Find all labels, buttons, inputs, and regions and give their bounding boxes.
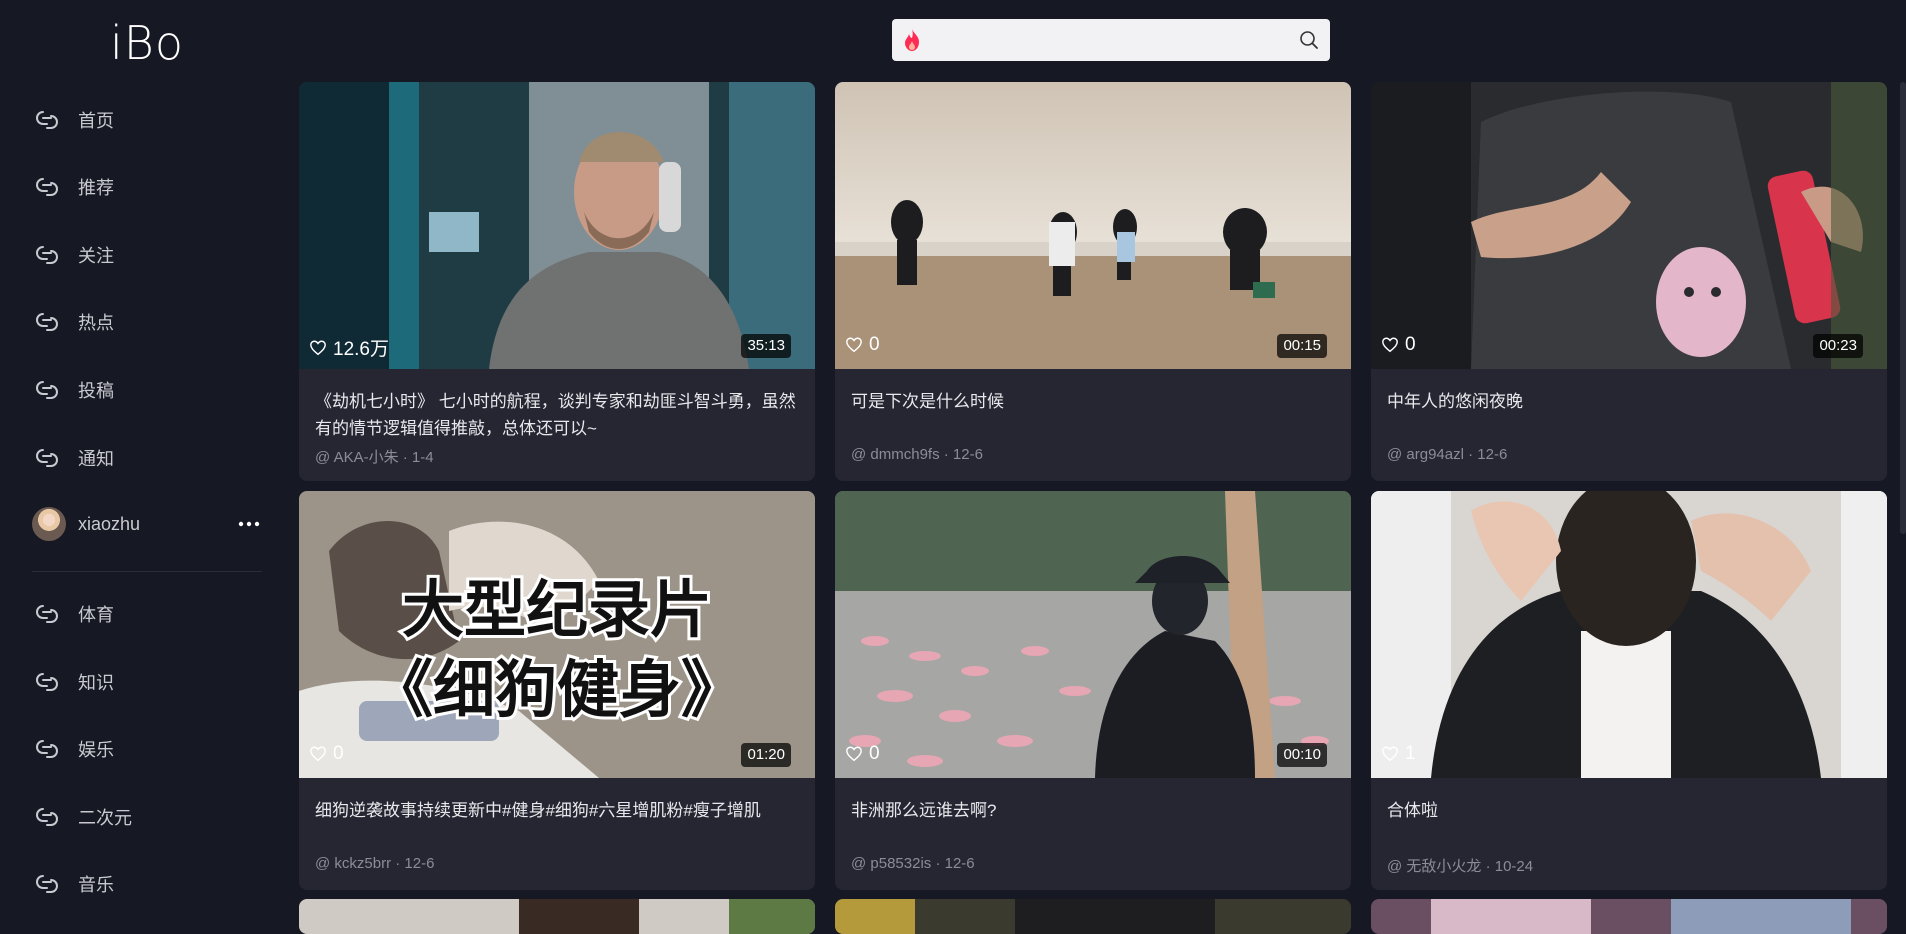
like-count-value: 12.6万 <box>333 339 389 360</box>
sidebar-item-upload[interactable]: 投稿 <box>32 370 262 410</box>
sidebar-item-recommend[interactable]: 推荐 <box>32 167 262 207</box>
video-title[interactable]: 中年人的悠闲夜晚 <box>1387 388 1875 415</box>
heart-icon[interactable] <box>1381 745 1399 763</box>
sidebar-item-follow[interactable]: 关注 <box>32 235 262 275</box>
sidebar-item-label: 知识 <box>78 673 114 693</box>
link-icon <box>36 740 58 758</box>
video-card[interactable]: 0 00:15 可是下次是什么时候 @ dmmch9fs · 12-6 <box>835 82 1351 481</box>
video-card-partial[interactable] <box>1371 899 1887 934</box>
link-icon <box>36 313 58 331</box>
video-author-date[interactable]: @ AKA-小朱 · 1-4 <box>315 446 434 467</box>
video-thumbnail[interactable]: 12.6万 35:13 <box>299 82 815 369</box>
like-count-value: 0 <box>1405 334 1416 355</box>
heart-icon[interactable] <box>845 336 863 354</box>
video-card[interactable]: 大型纪录片 《细狗健身》 0 01:20 细狗逆袭故事持续更新中#健身#细狗#六… <box>299 491 815 890</box>
video-card[interactable]: 0 00:23 中年人的悠闲夜晚 @ arg94azl · 12-6 <box>1371 82 1887 481</box>
sidebar-item-label: 推荐 <box>78 178 114 198</box>
like-count: 0 <box>309 743 344 765</box>
sidebar-item-anime[interactable]: 二次元 <box>32 797 262 837</box>
video-author-date[interactable]: @ arg94azl · 12-6 <box>1387 446 1507 463</box>
video-duration: 00:10 <box>1277 743 1327 767</box>
video-title[interactable]: 可是下次是什么时候 <box>851 388 1339 415</box>
scrollbar[interactable] <box>1900 82 1906 534</box>
sidebar-item-sports[interactable]: 体育 <box>32 594 262 634</box>
sidebar-item-label: 首页 <box>78 111 114 131</box>
more-icon[interactable] <box>236 513 262 535</box>
video-title[interactable]: 《劫机七小时》 七小时的航程，谈判专家和劫匪斗智斗勇，虽然有的情节逻辑值得推敲，… <box>315 388 803 442</box>
sidebar-item-label: 体育 <box>78 605 114 625</box>
like-count: 0 <box>1381 334 1416 356</box>
link-icon <box>36 111 58 129</box>
username: xiaozhu <box>78 513 141 534</box>
video-card[interactable]: 1 合体啦 @ 无敌小火龙 · 10-24 <box>1371 491 1887 890</box>
like-count-value: 1 <box>1405 743 1416 764</box>
video-title[interactable]: 合体啦 <box>1387 797 1875 824</box>
app-logo[interactable]: iBo <box>110 16 184 70</box>
link-icon <box>36 605 58 623</box>
link-icon <box>36 808 58 826</box>
search-icon[interactable] <box>1298 29 1320 51</box>
heart-icon[interactable] <box>1381 336 1399 354</box>
video-card-partial[interactable] <box>299 899 815 934</box>
sidebar-divider <box>32 571 262 572</box>
sidebar-item-hot[interactable]: 热点 <box>32 302 262 342</box>
heart-icon[interactable] <box>309 339 327 357</box>
video-duration: 00:15 <box>1277 334 1327 358</box>
like-count: 0 <box>845 743 880 765</box>
video-title[interactable]: 细狗逆袭故事持续更新中#健身#细狗#六星增肌粉#瘦子增肌 <box>315 797 803 824</box>
sidebar-item-label: 音乐 <box>78 875 114 895</box>
overlay-title-line2: 《细狗健身》 <box>371 653 743 726</box>
video-card[interactable]: 12.6万 35:13 《劫机七小时》 七小时的航程，谈判专家和劫匪斗智斗勇，虽… <box>299 82 815 481</box>
video-thumbnail[interactable] <box>299 899 815 934</box>
search-bar[interactable] <box>892 19 1330 61</box>
avatar[interactable] <box>32 507 66 541</box>
heart-icon[interactable] <box>309 745 327 763</box>
search-input[interactable] <box>892 19 1330 61</box>
video-card[interactable]: 0 00:10 非洲那么远谁去啊? @ p58532is · 12-6 <box>835 491 1351 890</box>
link-icon <box>36 875 58 893</box>
overlay-title-line1: 大型纪录片 <box>402 573 712 646</box>
like-count: 1 <box>1381 743 1416 765</box>
video-duration: 01:20 <box>741 743 791 767</box>
link-icon <box>36 381 58 399</box>
video-thumbnail[interactable]: 0 00:15 <box>835 82 1351 369</box>
sidebar-item-label: 关注 <box>78 246 114 266</box>
flame-icon <box>905 29 919 51</box>
video-thumbnail[interactable] <box>835 899 1351 934</box>
sidebar-item-entertainment[interactable]: 娱乐 <box>32 729 262 769</box>
video-thumbnail[interactable] <box>1371 899 1887 934</box>
user-profile[interactable]: xiaozhu <box>32 506 262 542</box>
video-thumbnail[interactable]: 大型纪录片 《细狗健身》 0 01:20 <box>299 491 815 778</box>
video-thumbnail[interactable]: 0 00:10 <box>835 491 1351 778</box>
sidebar-item-music[interactable]: 音乐 <box>32 864 262 904</box>
link-icon <box>36 449 58 467</box>
like-count: 0 <box>845 334 880 356</box>
video-author-date[interactable]: @ kckz5brr · 12-6 <box>315 855 434 872</box>
video-thumbnail[interactable]: 0 00:23 <box>1371 82 1887 369</box>
sidebar-item-label: 投稿 <box>78 381 114 401</box>
link-icon <box>36 673 58 691</box>
video-thumbnail[interactable]: 1 <box>1371 491 1887 778</box>
video-duration: 00:23 <box>1813 334 1863 358</box>
link-icon <box>36 178 58 196</box>
like-count-value: 0 <box>333 743 344 764</box>
sidebar-item-label: 二次元 <box>78 808 132 828</box>
like-count-value: 0 <box>869 743 880 764</box>
sidebar-item-notifications[interactable]: 通知 <box>32 438 262 478</box>
video-title[interactable]: 非洲那么远谁去啊? <box>851 797 1339 824</box>
sidebar-item-label: 通知 <box>78 449 114 469</box>
video-duration: 35:13 <box>741 334 791 358</box>
sidebar-item-home[interactable]: 首页 <box>32 100 262 140</box>
video-card-partial[interactable] <box>835 899 1351 934</box>
sidebar-item-label: 娱乐 <box>78 740 114 760</box>
video-author-date[interactable]: @ 无敌小火龙 · 10-24 <box>1387 855 1533 876</box>
video-author-date[interactable]: @ dmmch9fs · 12-6 <box>851 446 983 463</box>
video-author-date[interactable]: @ p58532is · 12-6 <box>851 855 975 872</box>
link-icon <box>36 246 58 264</box>
heart-icon[interactable] <box>845 745 863 763</box>
sidebar-item-knowledge[interactable]: 知识 <box>32 662 262 702</box>
like-count-value: 0 <box>869 334 880 355</box>
sidebar-item-label: 热点 <box>78 313 114 333</box>
like-count: 12.6万 <box>309 334 389 361</box>
